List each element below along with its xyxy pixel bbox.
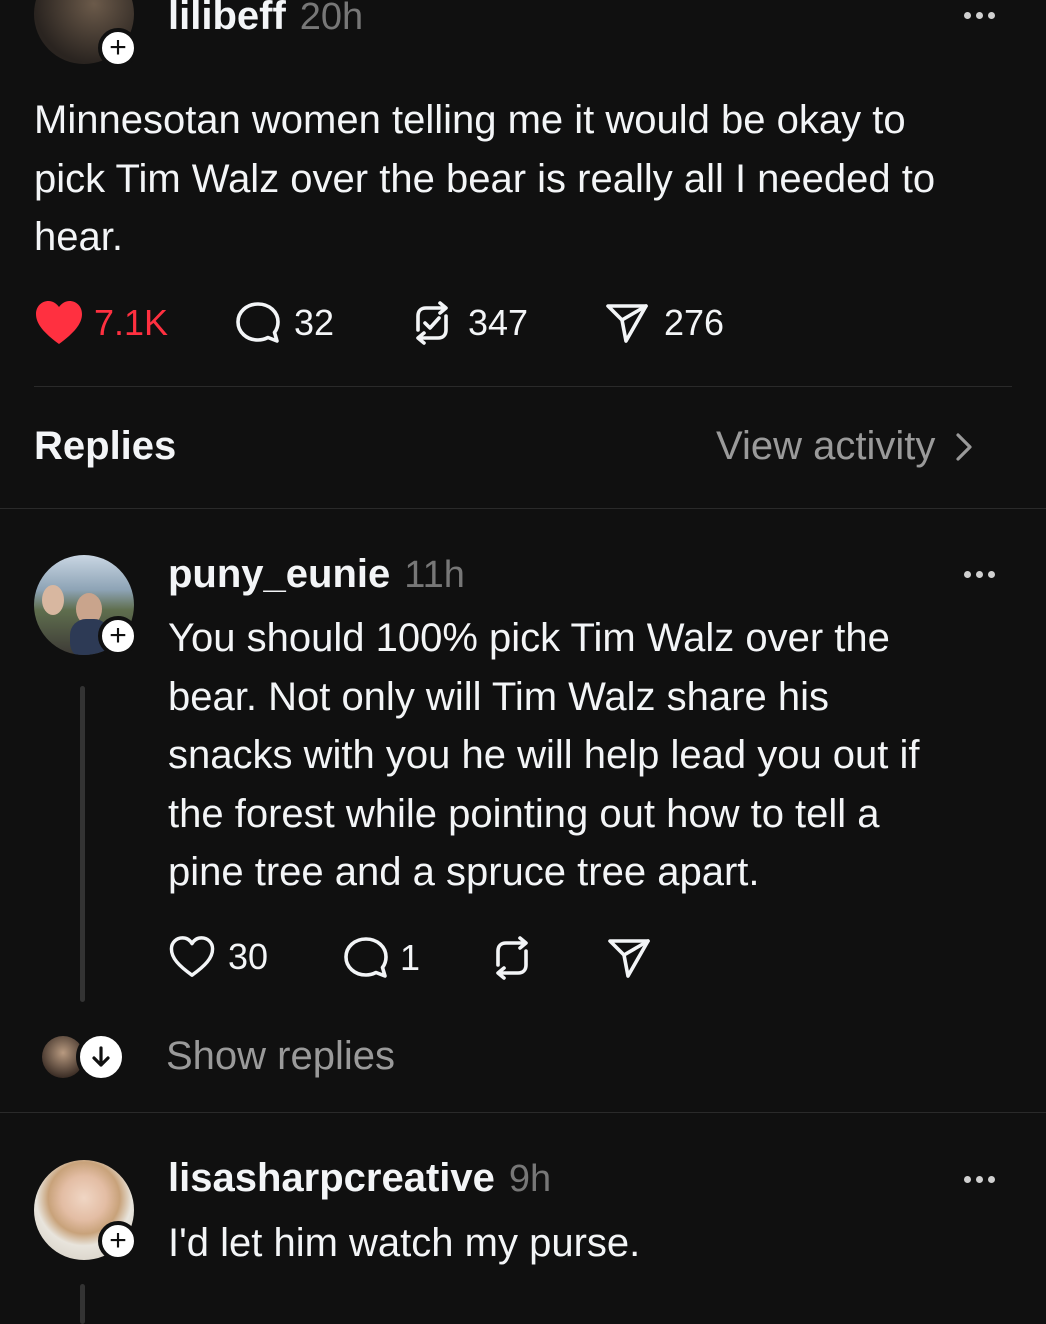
reply-text: I'd let him watch my purse.	[168, 1214, 1028, 1273]
more-options-icon[interactable]	[964, 571, 995, 578]
reply-header: puny_eunie 11h	[168, 552, 465, 597]
send-icon	[608, 939, 650, 978]
show-replies-label: Show replies	[166, 1034, 396, 1078]
username[interactable]: puny_eunie	[168, 552, 390, 596]
comment-icon	[236, 302, 280, 343]
heart-filled-icon	[36, 301, 82, 344]
repost-icon	[496, 936, 528, 980]
post-text-line: hear.	[34, 215, 123, 259]
reply-button[interactable]: 1	[342, 935, 420, 981]
repost-button[interactable]: 347	[408, 300, 528, 346]
thread-line	[80, 686, 85, 1002]
follow-plus-icon[interactable]: +	[98, 1221, 138, 1261]
reply-header: lisasharpcreative 9h	[168, 1156, 551, 1201]
share-button[interactable]: 276	[604, 300, 724, 346]
username[interactable]: lilibeff	[168, 0, 286, 38]
share-button[interactable]	[606, 935, 652, 981]
reply-text-line: I'd let him watch my purse.	[168, 1221, 641, 1265]
show-replies-button[interactable]: Show replies	[40, 1032, 540, 1082]
reply-text-line: bear. Not only will Tim Walz share his	[168, 674, 829, 719]
username[interactable]: lisasharpcreative	[168, 1156, 495, 1200]
thread-line	[80, 1284, 85, 1324]
like-button[interactable]: 30	[168, 935, 268, 979]
heart-outline-icon	[169, 936, 215, 977]
like-button[interactable]: 7.1K	[34, 300, 168, 346]
reply-text-line: pine tree and a spruce tree apart.	[168, 850, 760, 894]
follow-plus-icon[interactable]: +	[98, 28, 138, 68]
comment-icon	[344, 937, 388, 978]
timestamp: 9h	[508, 1158, 552, 1200]
view-activity-link[interactable]: View activity	[716, 424, 973, 469]
like-count: 7.1K	[94, 302, 169, 343]
post-text-line: pick Tim Walz over the bear is really al…	[34, 156, 936, 201]
repost-button[interactable]	[488, 935, 536, 981]
reply-button[interactable]: 32	[234, 300, 334, 346]
repost-checked-icon	[416, 301, 448, 345]
reply-text: You should 100% pick Tim Walz over the b…	[168, 609, 1028, 902]
reply-text-line: You should 100% pick Tim Walz over the	[168, 616, 890, 660]
reply-count: 32	[294, 302, 335, 343]
view-activity-label: View activity	[716, 424, 936, 468]
send-icon	[606, 304, 648, 343]
divider	[0, 1112, 1046, 1113]
follow-plus-icon[interactable]: +	[98, 616, 138, 656]
divider	[34, 386, 1012, 387]
divider	[0, 508, 1046, 509]
more-options-icon[interactable]	[964, 12, 995, 19]
arrow-down-icon	[76, 1032, 126, 1082]
chevron-right-icon	[956, 432, 972, 461]
post-header: lilibeff 20h	[168, 0, 363, 39]
reply-text-line: snacks with you he will help lead you ou…	[168, 733, 920, 777]
like-count: 30	[228, 936, 269, 977]
post-text-line: Minnesotan women telling me it would be …	[34, 98, 906, 142]
post-text: Minnesotan women telling me it would be …	[34, 91, 1024, 267]
share-count: 276	[664, 302, 725, 343]
replies-heading: Replies	[34, 424, 177, 468]
timestamp: 20h	[299, 0, 364, 38]
more-options-icon[interactable]	[964, 1176, 995, 1183]
timestamp: 11h	[404, 554, 465, 596]
reply-text-line: the forest while pointing out how to tel…	[168, 791, 880, 836]
reply-count: 1	[400, 937, 421, 978]
repost-count: 347	[468, 302, 529, 343]
